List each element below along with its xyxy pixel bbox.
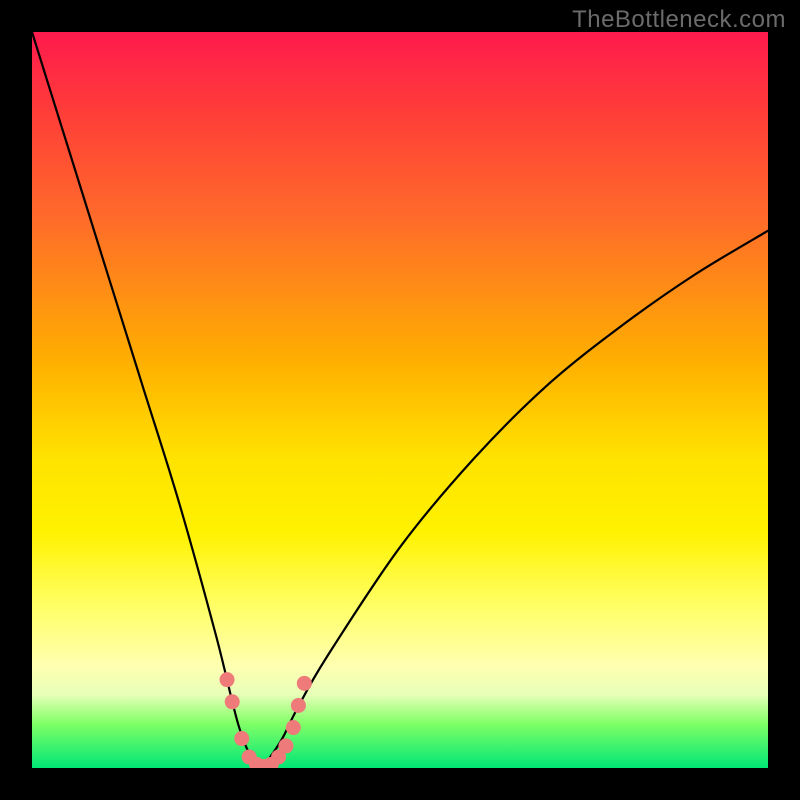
highlight-dot: [220, 672, 235, 687]
bottleneck-curve: [32, 32, 768, 768]
highlight-dot: [286, 720, 301, 735]
highlight-dot: [278, 738, 293, 753]
highlight-dots: [220, 672, 312, 768]
highlight-dot: [291, 698, 306, 713]
curve-svg: [32, 32, 768, 768]
chart-frame: TheBottleneck.com: [0, 0, 800, 800]
highlight-dot: [225, 694, 240, 709]
watermark-text: TheBottleneck.com: [572, 6, 786, 34]
plot-area: [32, 32, 768, 768]
highlight-dot: [297, 676, 312, 691]
highlight-dot: [234, 731, 249, 746]
